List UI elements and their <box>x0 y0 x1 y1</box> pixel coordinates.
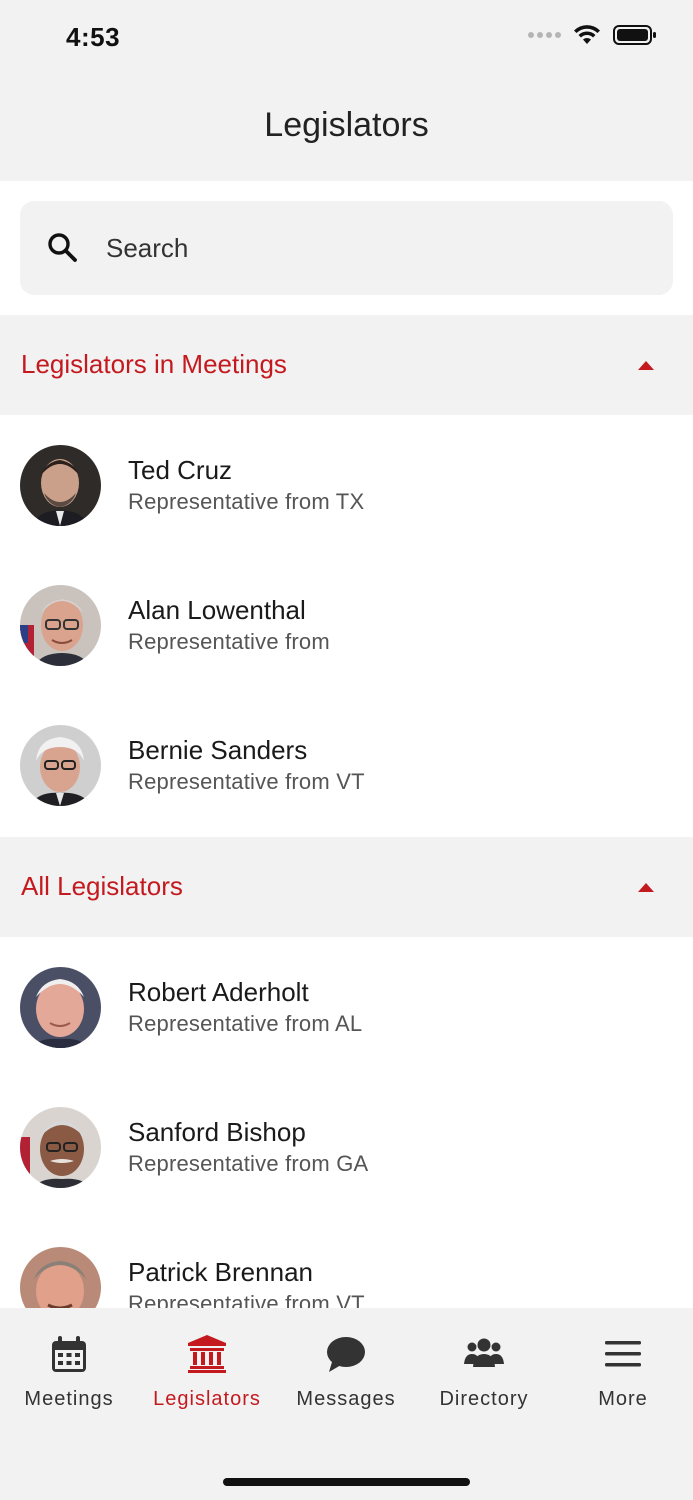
legislator-row-sanford-bishop[interactable]: Sanford Bishop Representative from GA <box>0 1077 693 1217</box>
tab-label: Legislators <box>153 1388 261 1410</box>
legislator-name: Sanford Bishop <box>128 1117 306 1147</box>
legislator-name: Alan Lowenthal <box>128 595 306 625</box>
people-icon <box>464 1338 504 1367</box>
status-bar: 4:53 <box>0 0 693 80</box>
chat-bubble-icon <box>327 1337 365 1372</box>
avatar <box>20 1107 101 1188</box>
tab-label: Directory <box>439 1388 529 1410</box>
search-container <box>0 181 693 315</box>
menu-icon <box>605 1341 641 1367</box>
section-header-legislators-in-meetings[interactable]: Legislators in Meetings <box>0 315 693 415</box>
legislator-subtitle: Representative from GA <box>128 1151 369 1176</box>
search-input[interactable] <box>106 201 646 295</box>
legislator-subtitle: Representative from <box>128 629 330 654</box>
tab-bar: Meetings Legislators Messages Directory … <box>0 1308 693 1500</box>
capitol-building-icon <box>188 1335 226 1373</box>
avatar <box>20 585 101 666</box>
section-header-all-legislators[interactable]: All Legislators <box>0 837 693 937</box>
avatar <box>20 967 101 1048</box>
tab-label: Messages <box>296 1388 396 1410</box>
battery-icon <box>613 25 656 45</box>
collapse-caret-icon[interactable] <box>637 881 655 893</box>
tab-meetings[interactable]: Meetings <box>0 1334 138 1424</box>
navigation-bar: Legislators <box>0 80 693 181</box>
legislator-name: Robert Aderholt <box>128 977 309 1007</box>
collapse-caret-icon[interactable] <box>637 359 655 371</box>
legislator-row-ted-cruz[interactable]: Ted Cruz Representative from TX <box>0 415 693 555</box>
legislator-name: Bernie Sanders <box>128 735 308 765</box>
legislator-subtitle: Representative from AL <box>128 1011 363 1036</box>
search-bar[interactable] <box>20 201 673 295</box>
home-indicator[interactable] <box>223 1478 470 1486</box>
section-title: Legislators in Meetings <box>21 349 287 379</box>
calendar-icon <box>52 1336 86 1372</box>
legislator-subtitle: Representative from VT <box>128 769 365 794</box>
status-time: 4:53 <box>66 22 121 52</box>
avatar <box>20 725 101 806</box>
section-title: All Legislators <box>21 871 183 901</box>
legislator-row-alan-lowenthal[interactable]: Alan Lowenthal Representative from <box>0 555 693 695</box>
legislator-name: Ted Cruz <box>128 455 233 485</box>
legislator-name: Patrick Brennan <box>128 1257 313 1287</box>
legislator-subtitle: Representative from TX <box>128 489 365 514</box>
tab-label: More <box>598 1388 648 1410</box>
tab-legislators[interactable]: Legislators <box>138 1334 276 1424</box>
tab-messages[interactable]: Messages <box>277 1334 415 1424</box>
tab-directory[interactable]: Directory <box>415 1334 553 1424</box>
legislator-row-bernie-sanders[interactable]: Bernie Sanders Representative from VT <box>0 695 693 835</box>
page-title: Legislators <box>264 106 429 144</box>
legislator-row-robert-aderholt[interactable]: Robert Aderholt Representative from AL <box>0 937 693 1077</box>
wifi-icon <box>574 25 600 44</box>
tab-label: Meetings <box>24 1388 114 1410</box>
tab-more[interactable]: More <box>554 1334 692 1424</box>
search-icon <box>48 233 77 262</box>
cellular-signal-icon <box>528 32 561 38</box>
status-icons <box>528 24 657 46</box>
avatar <box>20 445 101 526</box>
